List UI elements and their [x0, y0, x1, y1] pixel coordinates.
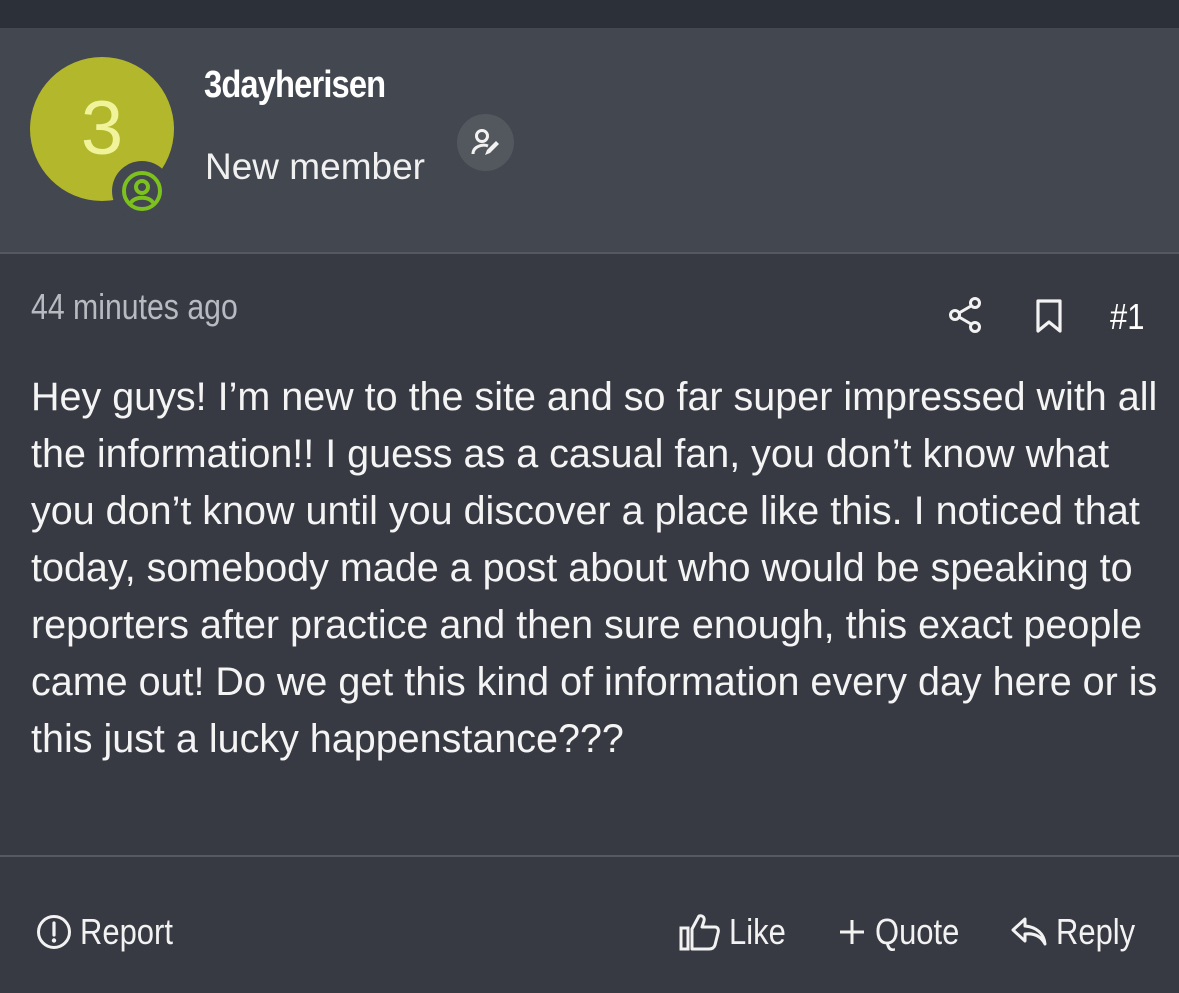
- like-button[interactable]: Like: [679, 907, 795, 957]
- share-icon[interactable]: [947, 296, 985, 334]
- quote-button[interactable]: Quote: [837, 907, 973, 957]
- post-actions-bar: Report Like Quote Reply: [0, 857, 1179, 993]
- user-title: New member: [205, 146, 425, 187]
- edit-user-icon: [471, 129, 499, 155]
- post-content: Hey guys! I’m new to the site and so far…: [31, 375, 1158, 761]
- like-label: Like: [729, 911, 786, 952]
- report-label: Report: [80, 911, 173, 952]
- report-button[interactable]: Report: [36, 907, 188, 957]
- like-icon: [679, 914, 720, 951]
- reply-button[interactable]: Reply: [1010, 907, 1148, 957]
- online-status-badge: [112, 161, 172, 221]
- quote-label: Quote: [875, 911, 960, 952]
- report-icon: [37, 915, 71, 949]
- top-bar: [0, 0, 1179, 28]
- reply-label: Reply: [1056, 911, 1136, 952]
- avatar-letter: 3: [80, 86, 124, 171]
- post-number-link[interactable]: #1: [1110, 296, 1144, 338]
- username[interactable]: 3dayherisen: [204, 64, 386, 107]
- person-circle-icon: [122, 171, 162, 211]
- post-body-section: 44 minutes ago #1 Hey guys! I’m new to t…: [0, 254, 1179, 857]
- reply-icon: [1011, 917, 1047, 946]
- plus-icon: [840, 920, 864, 944]
- post-timestamp[interactable]: 44 minutes ago: [31, 286, 238, 328]
- post-author-header: 3 3dayherisen New member: [0, 28, 1179, 254]
- edit-user-button[interactable]: [457, 114, 514, 171]
- bookmark-icon[interactable]: [1034, 298, 1064, 334]
